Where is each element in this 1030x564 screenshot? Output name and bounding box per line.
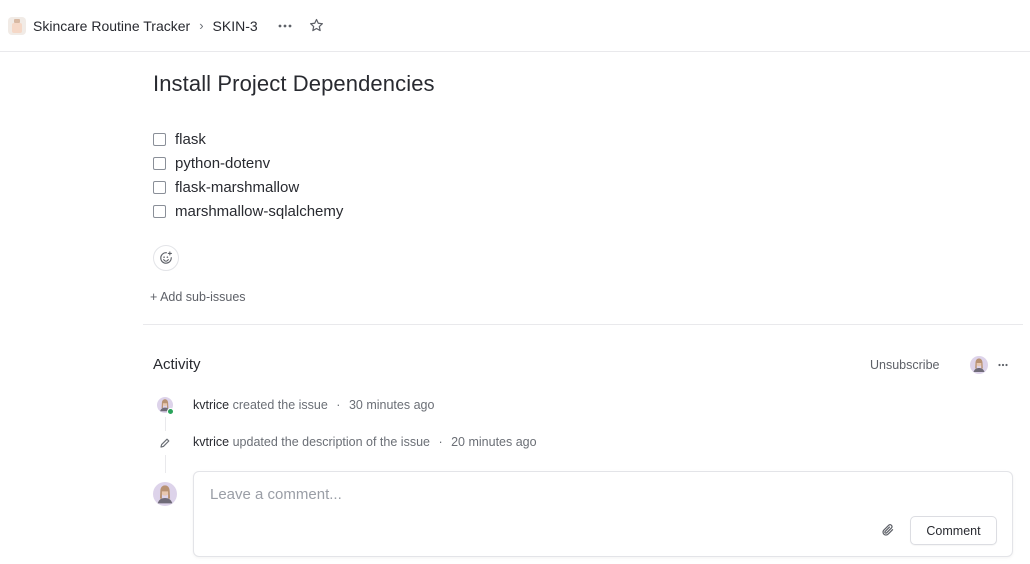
checklist-checkbox[interactable] <box>153 180 166 194</box>
add-reaction-button[interactable] <box>153 245 179 271</box>
more-horizontal-icon <box>278 24 292 27</box>
activity-more-button[interactable] <box>995 356 1011 374</box>
add-sub-issues-button[interactable]: + Add sub-issues <box>150 290 246 304</box>
attach-file-button[interactable] <box>879 521 897 539</box>
more-horizontal-icon <box>998 363 1008 367</box>
activity-event: kvtrice updated the description of the i… <box>193 435 537 449</box>
activity-heading: Activity <box>153 356 201 373</box>
event-separator: · <box>336 398 341 412</box>
dependency-checklist: flask python-dotenv flask-marshmallow ma… <box>153 127 343 223</box>
timeline-line <box>165 455 166 473</box>
comment-input[interactable] <box>210 486 850 503</box>
breadcrumb-separator: › <box>199 18 204 33</box>
top-bar: Skincare Routine Tracker › SKIN-3 <box>0 0 1030 52</box>
checklist-item-label: python-dotenv <box>175 154 271 172</box>
checklist-checkbox[interactable] <box>153 156 166 170</box>
paperclip-icon <box>882 524 894 536</box>
more-options-button[interactable] <box>272 13 298 39</box>
project-icon <box>8 16 26 35</box>
current-user-avatar <box>153 482 177 506</box>
checklist-item: marshmallow-sqlalchemy <box>153 199 343 223</box>
event-action: created the issue <box>232 398 328 412</box>
breadcrumb-issue-id[interactable]: SKIN-3 <box>213 18 258 34</box>
online-status-indicator <box>167 408 174 415</box>
checklist-item-label: flask <box>175 130 206 148</box>
event-time[interactable]: 20 minutes ago <box>451 435 536 449</box>
checklist-item: python-dotenv <box>153 151 343 175</box>
pencil-icon <box>159 436 171 448</box>
emoji-add-icon <box>160 251 172 264</box>
issue-title[interactable]: Install Project Dependencies <box>153 71 435 97</box>
event-actor[interactable]: kvtrice <box>193 435 229 449</box>
comment-submit-button[interactable]: Comment <box>910 516 997 545</box>
activity-event: kvtrice created the issue · 30 minutes a… <box>193 398 434 412</box>
comment-composer: Comment <box>193 471 1013 557</box>
checklist-item: flask-marshmallow <box>153 175 343 199</box>
timeline-line <box>165 417 166 431</box>
checklist-item: flask <box>153 127 343 151</box>
event-action: updated the description of the issue <box>232 435 430 449</box>
checklist-item-label: flask-marshmallow <box>175 178 300 196</box>
event-actor[interactable]: kvtrice <box>193 398 229 412</box>
favorite-button[interactable] <box>304 13 330 39</box>
subscriber-avatar[interactable] <box>970 356 988 374</box>
event-separator: · <box>438 435 443 449</box>
checklist-checkbox[interactable] <box>153 132 166 146</box>
unsubscribe-button[interactable]: Unsubscribe <box>870 358 939 372</box>
star-icon <box>310 18 324 32</box>
breadcrumb-project[interactable]: Skincare Routine Tracker <box>33 18 190 34</box>
checklist-checkbox[interactable] <box>153 204 166 218</box>
event-time[interactable]: 30 minutes ago <box>349 398 434 412</box>
divider <box>143 324 1023 325</box>
checklist-item-label: marshmallow-sqlalchemy <box>175 202 344 220</box>
